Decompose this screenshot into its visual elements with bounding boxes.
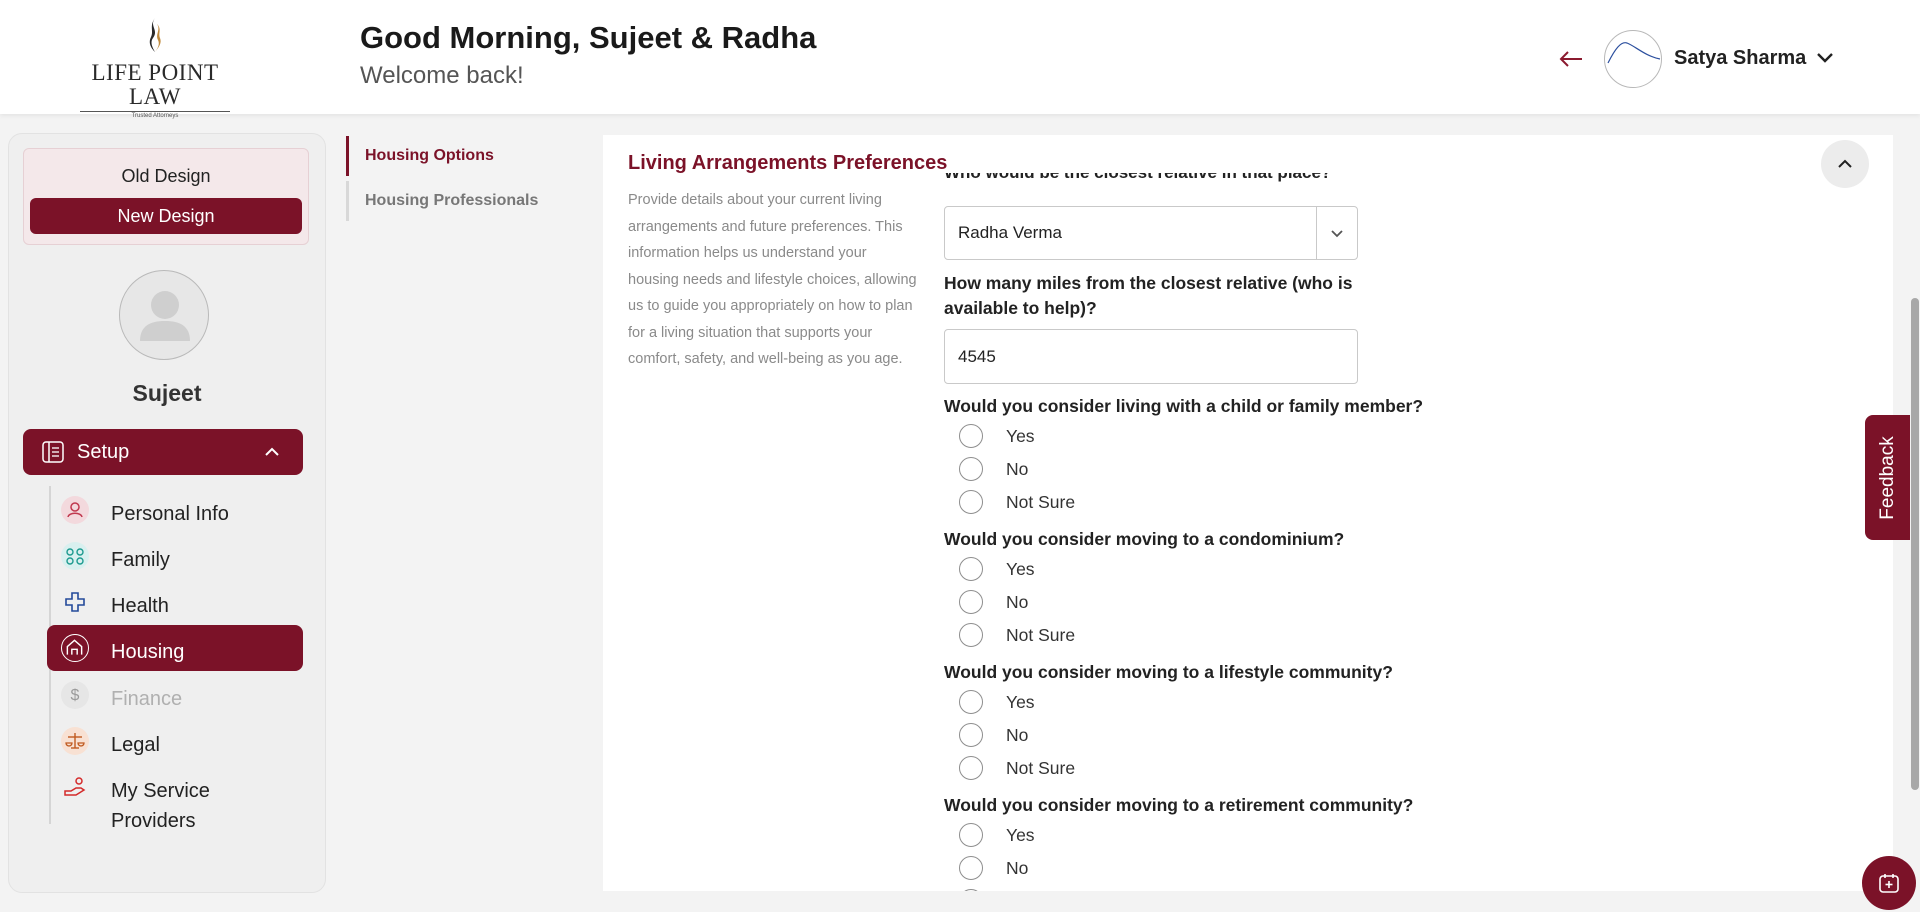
scales-icon [61, 727, 89, 755]
chevron-down-icon[interactable] [1814, 48, 1836, 68]
sidebar-item-finance[interactable]: $ Finance [47, 672, 303, 718]
radio-button[interactable] [959, 590, 983, 614]
notebook-icon [42, 441, 64, 463]
radio-button[interactable] [959, 756, 983, 780]
radio-label: Not Sure [1006, 492, 1076, 512]
section-description: Provide details about your current livin… [628, 192, 917, 367]
section-title: Living Arrangements Preferences [628, 152, 948, 174]
flame-logo-icon [149, 18, 161, 52]
sidebar-item-label: Health [111, 595, 169, 617]
svg-text:$: $ [71, 687, 80, 704]
subnav-housing-professionals[interactable]: Housing Professionals [346, 181, 582, 221]
miles-value: 4545 [958, 347, 996, 366]
closest-relative-label: Who would be the closest relative in tha… [944, 173, 1331, 183]
profile-name: Sujeet [132, 380, 202, 406]
radio-label: Yes [1006, 692, 1035, 712]
radio-label: Not Sure [1006, 625, 1076, 645]
sidebar-item-label: Finance [111, 688, 183, 710]
service-hand-icon [61, 773, 89, 801]
closest-relative-select[interactable]: Radha Verma [944, 206, 1358, 260]
housing-subnav: Housing Options Housing Professionals [346, 136, 582, 221]
old-design-button[interactable]: Old Design [24, 166, 308, 187]
chevron-up-icon [1838, 159, 1852, 168]
sidebar-item-family[interactable]: Family [47, 533, 303, 579]
sidebar-item-legal[interactable]: Legal [47, 718, 303, 764]
sidebar-item-service-providers[interactable]: My Service Providers [47, 764, 303, 832]
radio-button[interactable] [959, 424, 983, 448]
radio-button[interactable] [959, 623, 983, 647]
chevron-down-icon [1331, 230, 1343, 238]
sidebar-item-label: Housing [111, 641, 185, 663]
radio-label: Not Sure [1006, 758, 1076, 778]
family-icon [61, 542, 89, 570]
user-name[interactable]: Satya Sharma [1674, 47, 1806, 70]
sidebar-item-health[interactable]: Health [47, 579, 303, 625]
radio-button[interactable] [959, 557, 983, 581]
radio-label: Yes [1006, 825, 1035, 845]
sidebar-item-label: My Service Providers [111, 780, 210, 832]
radio-label: No [1006, 592, 1029, 612]
radio-button[interactable] [959, 723, 983, 747]
radio-label: No [1006, 459, 1029, 479]
miles-label: How many miles from the closest relative… [944, 273, 1353, 318]
top-header: LIFE POINT LAW Trusted Attorneys Good Mo… [0, 0, 1920, 119]
radio-button[interactable] [959, 856, 983, 880]
radio-label: Yes [1006, 559, 1035, 579]
logo-subtitle: Trusted Attorneys [80, 111, 230, 119]
collapse-section-button[interactable] [1821, 140, 1869, 188]
back-arrow-icon[interactable] [1556, 44, 1586, 74]
question-retirement-community: Would you consider moving to a retiremen… [944, 795, 1414, 815]
sidebar-item-housing[interactable]: Housing [47, 625, 303, 671]
question-living-with-family: Would you consider living with a child o… [944, 396, 1424, 416]
profile-avatar[interactable] [119, 270, 209, 360]
calendar-add-button[interactable] [1862, 856, 1916, 910]
chevron-up-icon [265, 447, 279, 456]
miles-input[interactable]: 4545 [944, 329, 1358, 384]
greeting-title: Good Morning, Sujeet & Radha [360, 20, 817, 55]
setup-section-button[interactable]: Setup [23, 429, 303, 475]
sidebar-item-personal-info[interactable]: Personal Info [47, 487, 303, 533]
welcome-subtitle: Welcome back! [360, 62, 524, 89]
setup-label: Setup [77, 441, 130, 463]
company-logo[interactable]: LIFE POINT LAW Trusted Attorneys [68, 16, 242, 119]
scrollbar-thumb[interactable] [1911, 298, 1919, 790]
question-condominium: Would you consider moving to a condomini… [944, 529, 1345, 549]
radio-button[interactable] [959, 889, 983, 891]
health-cross-icon [61, 588, 89, 616]
sidebar: Old Design New Design Sujeet Setup Perso… [8, 133, 326, 893]
living-arrangements-panel: Living Arrangements Preferences Provide … [603, 135, 1893, 891]
radio-button[interactable] [959, 823, 983, 847]
radio-button[interactable] [959, 690, 983, 714]
sidebar-item-label: Legal [111, 734, 160, 756]
select-divider [1316, 207, 1317, 259]
radio-button[interactable] [959, 490, 983, 514]
avatar-curve-icon [1607, 42, 1661, 64]
radio-button[interactable] [959, 457, 983, 481]
subnav-housing-options[interactable]: Housing Options [346, 136, 582, 176]
sidebar-item-label: Personal Info [111, 503, 229, 525]
logo-text: LIFE POINT LAW [91, 60, 219, 109]
design-toggle: Old Design New Design [23, 148, 309, 245]
person-icon [61, 496, 89, 524]
user-avatar[interactable] [1604, 30, 1662, 88]
calendar-plus-icon [1879, 874, 1899, 893]
feedback-label: Feedback [1876, 435, 1898, 520]
person-placeholder-icon [140, 291, 190, 341]
home-icon [61, 634, 89, 662]
question-lifestyle-community: Would you consider moving to a lifestyle… [944, 662, 1393, 682]
sidebar-item-label: Family [111, 549, 170, 571]
radio-label: Yes [1006, 426, 1035, 446]
radio-label: No [1006, 858, 1029, 878]
new-design-button[interactable]: New Design [30, 198, 302, 234]
feedback-tab[interactable]: Feedback [1865, 415, 1910, 540]
dollar-icon: $ [61, 681, 89, 709]
closest-relative-value: Radha Verma [958, 223, 1062, 242]
radio-label: No [1006, 725, 1029, 745]
